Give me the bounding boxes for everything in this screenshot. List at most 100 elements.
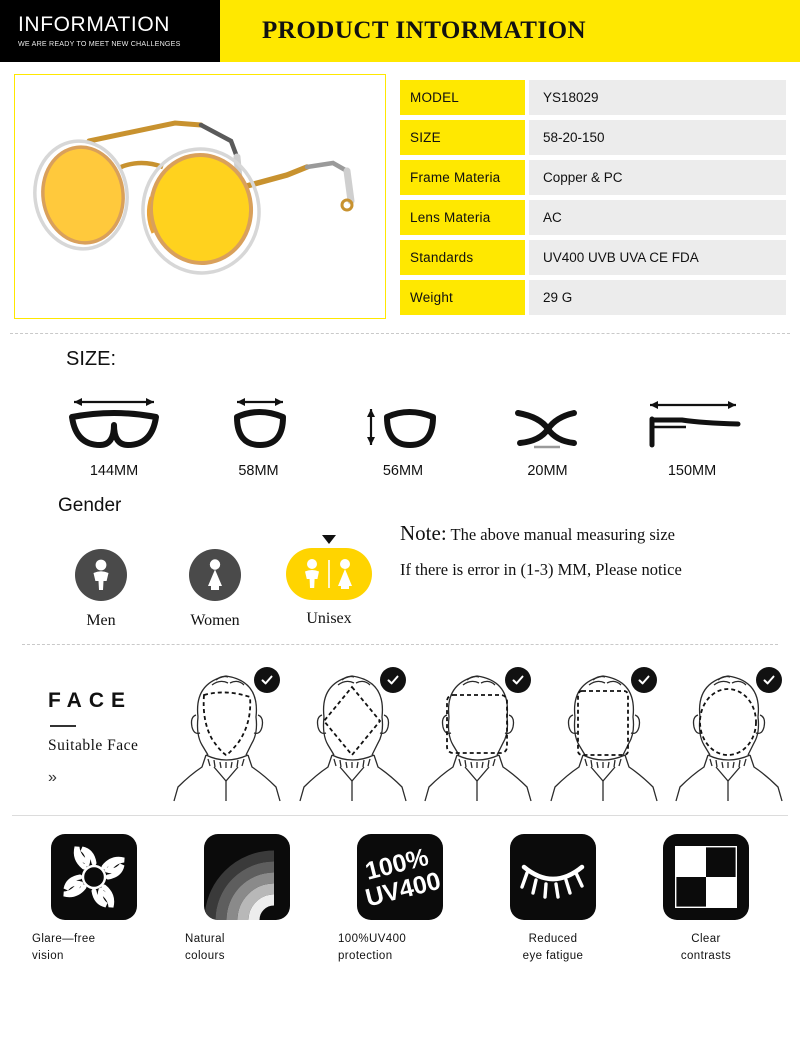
size-item: 56MM bbox=[335, 391, 471, 479]
note-line-2: If there is error in (1-3) MM, Please no… bbox=[400, 560, 682, 580]
spec-value: 29 G bbox=[529, 280, 786, 315]
feature-line-2: colours bbox=[185, 949, 225, 962]
feature-line-2: contrasts bbox=[680, 949, 732, 962]
feature-line-1: Glare—free bbox=[32, 933, 96, 945]
feature-line-1: 100%UV400 bbox=[338, 933, 407, 945]
gender-section-title: Gender bbox=[58, 495, 122, 516]
spec-key: Weight bbox=[400, 280, 525, 315]
feature-line-1: Natural bbox=[185, 933, 225, 945]
spec-key: MODEL bbox=[400, 80, 525, 115]
size-section-title: SIZE: bbox=[66, 348, 117, 370]
square-face-icon bbox=[419, 663, 535, 803]
brand-logo: INFORMATION WE ARE READY TO MEET NEW CHA… bbox=[0, 0, 220, 62]
feature-line-2: vision bbox=[32, 949, 64, 962]
page-header: INFORMATION WE ARE READY TO MEET NEW CHA… bbox=[0, 0, 800, 62]
size-label: 56MM bbox=[382, 463, 424, 479]
size-label: 144MM bbox=[89, 463, 139, 479]
sunglasses-illustration bbox=[33, 120, 355, 275]
heart-face-icon bbox=[168, 663, 284, 803]
oval-face-icon bbox=[670, 663, 786, 803]
check-badge-icon bbox=[505, 667, 531, 693]
size-section: SIZE: 144MM 58MM 56MM 20MM 150MM bbox=[0, 334, 800, 479]
spec-key: Frame Materia bbox=[400, 160, 525, 195]
sun-glare-icon bbox=[51, 834, 137, 920]
man-icon bbox=[74, 548, 128, 602]
page-title: PRODUCT INTORMATION bbox=[262, 17, 587, 44]
spec-key: Standards bbox=[400, 240, 525, 275]
gender-label: Unisex bbox=[306, 610, 352, 627]
spec-value: Copper & PC bbox=[529, 160, 786, 195]
spec-value: UV400 UVB UVA CE FDA bbox=[529, 240, 786, 275]
face-heading: FACE bbox=[48, 689, 133, 712]
size-item: 20MM bbox=[480, 391, 616, 479]
check-badge-icon bbox=[254, 667, 280, 693]
table-row: SIZE 58-20-150 bbox=[400, 120, 786, 155]
note-line-1: The above manual measuring size bbox=[450, 525, 675, 544]
table-row: Frame Materia Copper & PC bbox=[400, 160, 786, 195]
temple-arm-icon bbox=[642, 391, 742, 455]
unisex-icon bbox=[286, 548, 372, 600]
chevron-right-icon: » bbox=[48, 769, 57, 786]
check-badge-icon bbox=[756, 667, 782, 693]
product-photo bbox=[14, 74, 386, 319]
table-row: Standards UV400 UVB UVA CE FDA bbox=[400, 240, 786, 275]
header-banner: PRODUCT INTORMATION bbox=[220, 0, 800, 62]
feature-item: Glare—free vision bbox=[24, 834, 164, 964]
size-item: 144MM bbox=[46, 391, 182, 479]
check-badge-icon bbox=[379, 667, 406, 693]
glasses-front-icon bbox=[66, 391, 162, 455]
specification-table: MODEL YS18029 SIZE 58-20-150 Frame Mater… bbox=[400, 74, 786, 319]
table-row: Weight 29 G bbox=[400, 280, 786, 315]
size-item: 150MM bbox=[624, 391, 760, 479]
spec-value: YS18029 bbox=[529, 80, 786, 115]
feature-line-2: eye fatigue bbox=[522, 949, 584, 962]
rainbow-icon bbox=[204, 834, 290, 920]
uv400-icon: 100% UV400 bbox=[357, 834, 443, 920]
feature-list: Glare—free vision Natural colours 100% U… bbox=[0, 816, 800, 964]
table-row: Lens Materia AC bbox=[400, 200, 786, 235]
check-badge-icon bbox=[630, 667, 657, 693]
suitable-face-list bbox=[168, 663, 790, 803]
lens-height-icon bbox=[355, 391, 451, 455]
bridge-width-icon bbox=[500, 391, 596, 455]
spec-value: AC bbox=[529, 200, 786, 235]
feature-line-1: Clear bbox=[691, 933, 721, 945]
size-label: 58MM bbox=[238, 463, 279, 479]
product-overview: MODEL YS18029 SIZE 58-20-150 Frame Mater… bbox=[0, 62, 800, 319]
closed-eye-icon bbox=[510, 834, 596, 920]
measurement-note: Note: The above manual measuring size If… bbox=[390, 495, 800, 630]
logo-tagline: WE ARE READY TO MEET NEW CHALLENGES bbox=[18, 39, 181, 49]
gender-section: Gender Men Women Unisex Note: The above … bbox=[0, 479, 800, 630]
face-section: FACE Suitable Face » bbox=[0, 645, 800, 803]
feature-item: 100% UV400 100%UV400 protection bbox=[330, 834, 470, 964]
diamond-face-icon bbox=[294, 663, 410, 803]
feature-item: Reduced eye fatigue bbox=[483, 834, 623, 964]
note-label: Note: bbox=[400, 521, 447, 545]
woman-icon bbox=[188, 548, 242, 602]
gender-option-women[interactable]: Women bbox=[172, 535, 258, 630]
gender-option-unisex[interactable]: Unisex bbox=[286, 535, 372, 630]
rectangle-face-icon bbox=[545, 663, 661, 803]
size-label: 20MM bbox=[527, 463, 568, 479]
gender-option-men[interactable]: Men bbox=[58, 535, 144, 630]
spec-key: SIZE bbox=[400, 120, 525, 155]
gender-options: Men Women Unisex bbox=[58, 535, 390, 630]
checkerboard-icon bbox=[663, 834, 749, 920]
lens-width-icon bbox=[211, 391, 307, 455]
size-item: 58MM bbox=[191, 391, 327, 479]
table-row: MODEL YS18029 bbox=[400, 80, 786, 115]
gender-label: Men bbox=[86, 612, 116, 629]
size-label: 150MM bbox=[667, 463, 717, 479]
face-subheading: Suitable Face bbox=[48, 737, 139, 754]
selection-caret-icon bbox=[322, 535, 336, 544]
logo-title: INFORMATION bbox=[18, 12, 171, 36]
heading-rule bbox=[50, 725, 76, 727]
feature-line-1: Reduced bbox=[528, 933, 578, 945]
feature-line-2: protection bbox=[338, 949, 393, 962]
size-measurements: 144MM 58MM 56MM 20MM 150MM bbox=[0, 391, 800, 479]
feature-item: Clear contrasts bbox=[636, 834, 776, 964]
gender-label: Women bbox=[190, 612, 240, 629]
feature-item: Natural colours bbox=[177, 834, 317, 964]
spec-value: 58-20-150 bbox=[529, 120, 786, 155]
spec-key: Lens Materia bbox=[400, 200, 525, 235]
